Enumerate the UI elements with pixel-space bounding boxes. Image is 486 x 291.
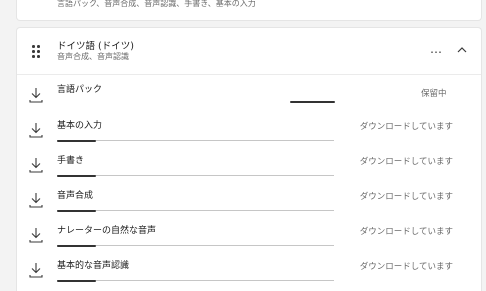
progress-bar [57, 279, 334, 282]
feature-status: ダウンロードしています [359, 122, 453, 132]
previous-language-subtitle: 言語パック、音声合成、音声認識、手書き、基本の入力 [57, 0, 256, 8]
progress-fill [57, 174, 96, 177]
progress-bar [57, 174, 334, 177]
feature-label: 音声合成 [57, 191, 94, 201]
language-pack-label: 言語パック [57, 85, 103, 95]
feature-label: 基本の入力 [57, 121, 103, 131]
language-card-german: ドイツ語 (ドイツ) 音声合成、音声認識 … 言語パック 保留中 基本の入力ダウ… [16, 27, 482, 291]
feature-label: 基本的な音声認識 [57, 261, 130, 271]
language-subtitle: 音声合成、音声認識 [57, 52, 129, 61]
feature-status: ダウンロードしています [359, 262, 453, 272]
progress-fill [57, 244, 96, 247]
feature-label: ナレーターの自然な音声 [57, 226, 157, 236]
progress-bar [57, 244, 334, 247]
language-header: ドイツ語 (ドイツ) 音声合成、音声認識 … [17, 28, 481, 75]
chevron-up-icon[interactable] [455, 42, 469, 56]
more-options-button[interactable]: … [429, 42, 443, 56]
download-icon [29, 157, 43, 173]
progress-bar [57, 139, 334, 142]
feature-row: 手書き ダウンロードしています [17, 148, 481, 182]
download-icon [29, 122, 43, 138]
progress-fill [57, 139, 96, 142]
download-icon [29, 262, 43, 278]
previous-language-card: 言語パック、音声合成、音声認識、手書き、基本の入力 [16, 0, 482, 21]
progress-bar [57, 209, 334, 212]
feature-label: 手書き [57, 156, 85, 166]
download-icon [29, 227, 43, 243]
progress-fill [57, 209, 96, 212]
language-pack-status: 保留中 [421, 89, 447, 99]
indeterminate-progress [290, 101, 335, 103]
feature-row: 音声合成 ダウンロードしています [17, 183, 481, 217]
feature-status: ダウンロードしています [359, 157, 453, 167]
language-title: ドイツ語 (ドイツ) [57, 41, 134, 52]
feature-row: 基本の入力 ダウンロードしています [17, 113, 481, 147]
download-icon [29, 192, 43, 208]
progress-fill [57, 279, 96, 282]
download-icon [29, 87, 43, 103]
feature-status: ダウンロードしています [359, 192, 453, 202]
feature-status: ダウンロードしています [359, 227, 453, 237]
drag-handle-icon[interactable] [32, 45, 42, 59]
feature-row: ナレーターの自然な音声 ダウンロードしています [17, 218, 481, 252]
feature-row: 基本的な音声認識 ダウンロードしています [17, 253, 481, 287]
language-pack-row: 言語パック 保留中 [17, 78, 481, 112]
